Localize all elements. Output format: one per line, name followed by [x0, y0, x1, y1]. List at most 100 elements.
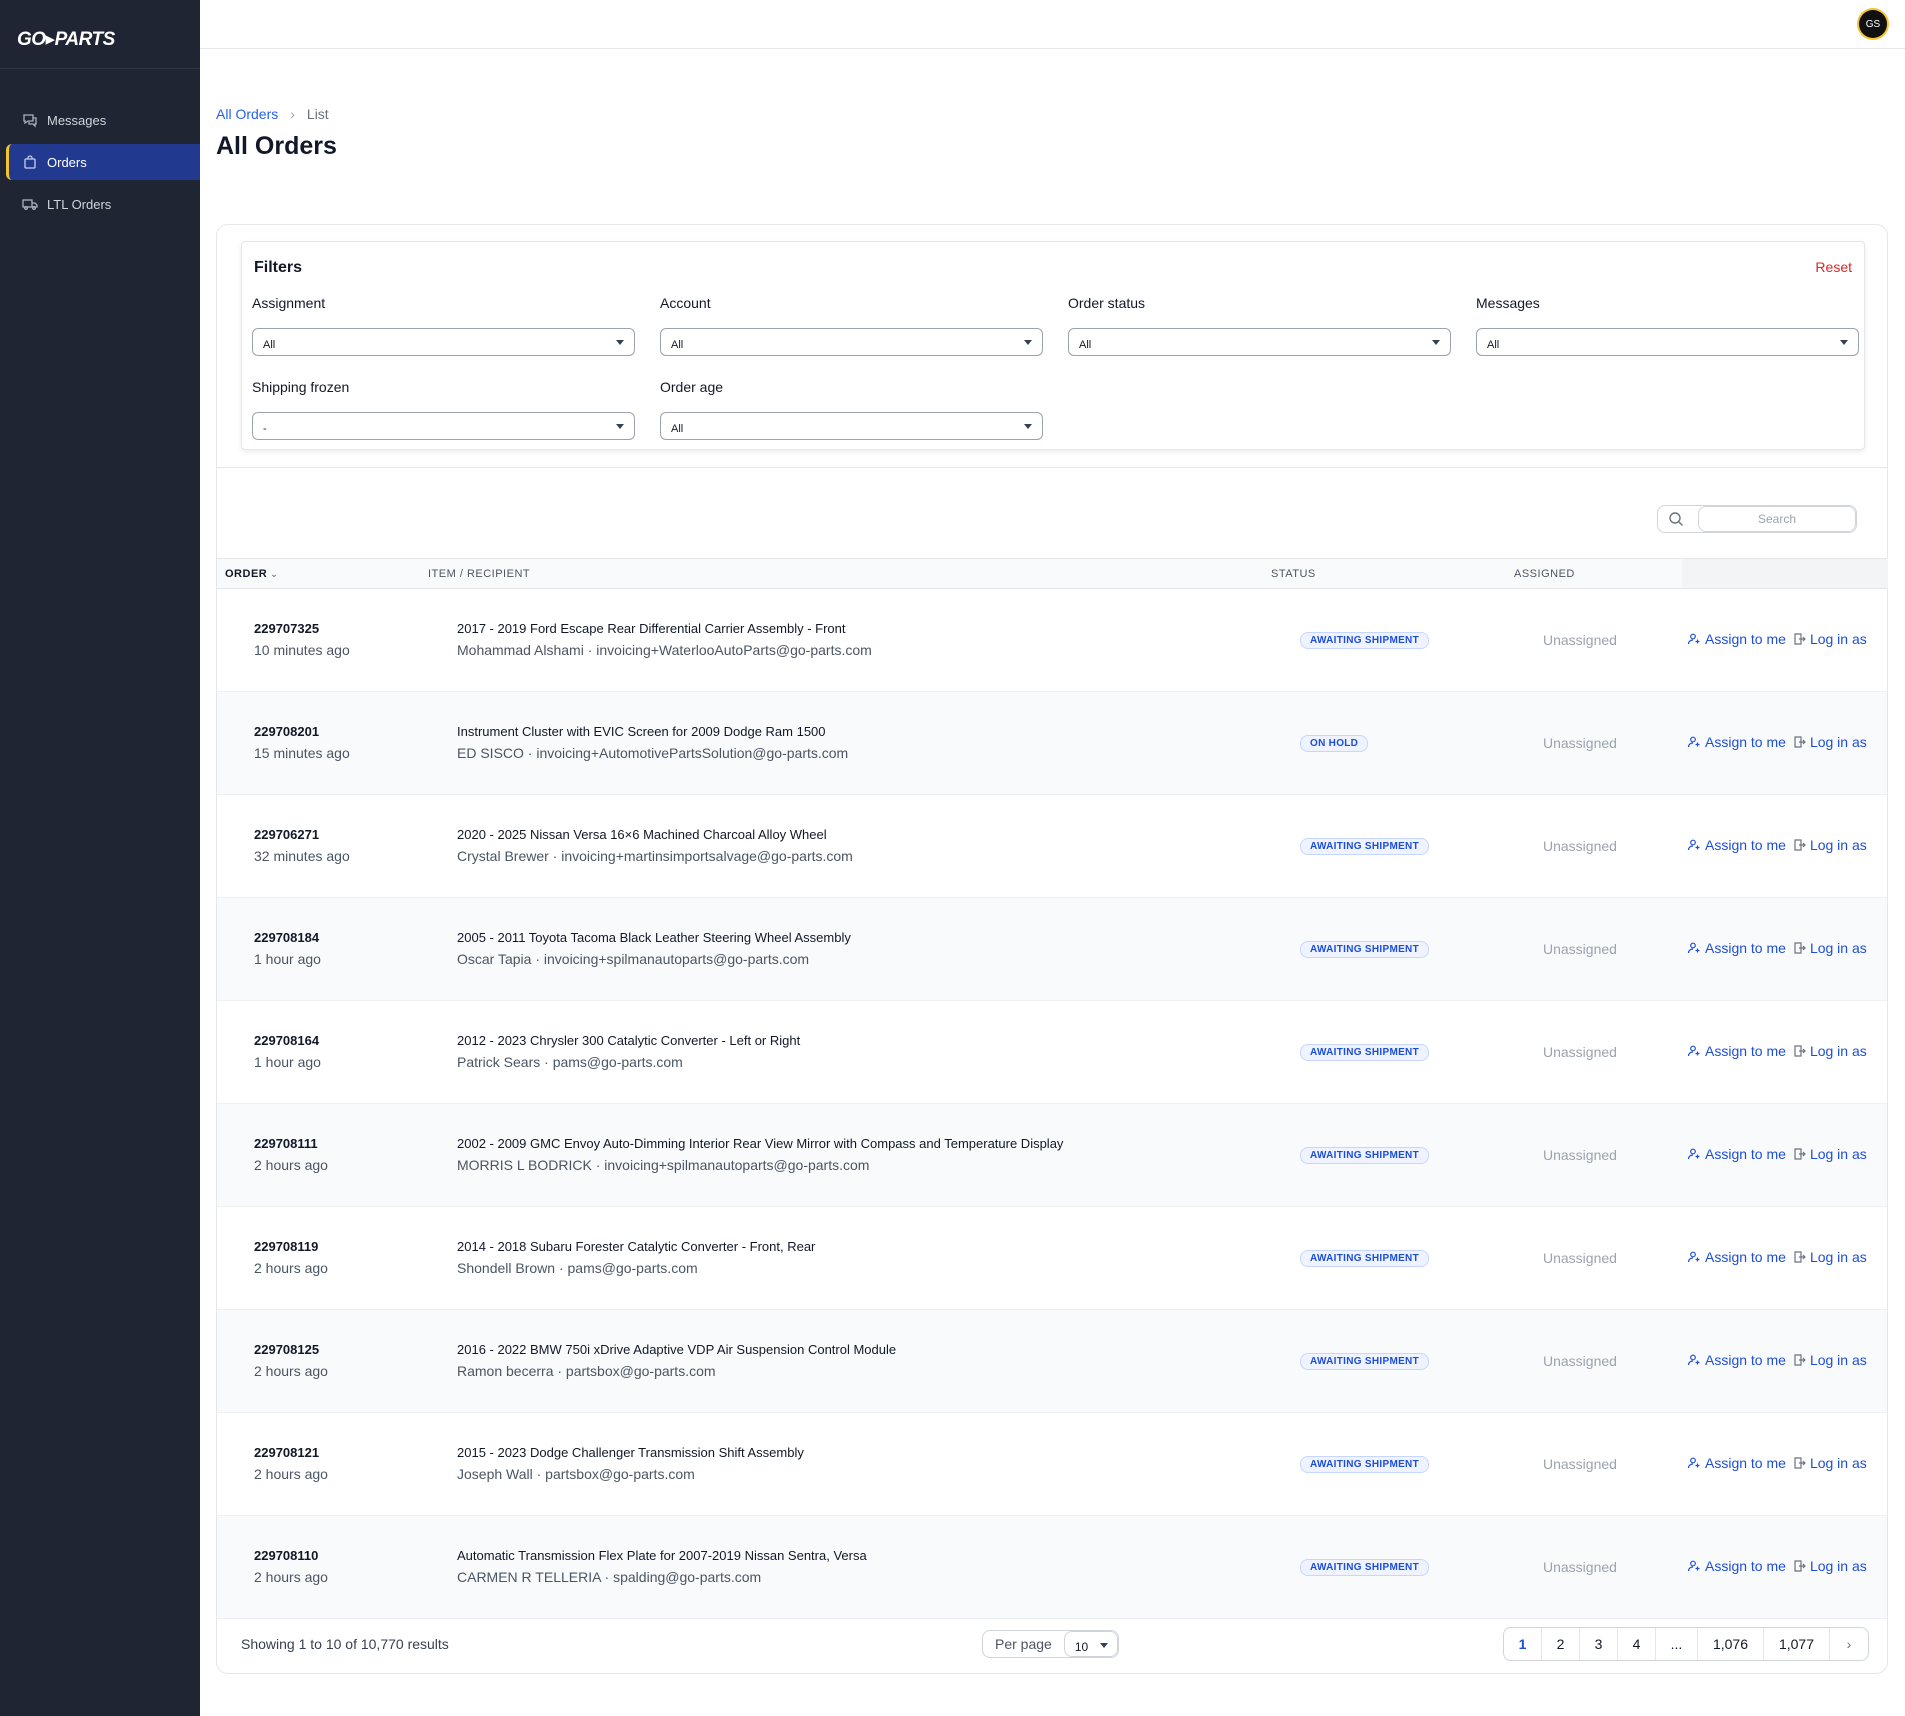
assigned-value: Unassigned	[1543, 941, 1617, 957]
goparts-logo[interactable]: GO▸PARTS	[17, 28, 115, 51]
table-row[interactable]: 229708111 2 hours ago 2002 - 2009 GMC En…	[217, 1104, 1887, 1207]
order-number[interactable]: 229708121	[254, 1445, 319, 1460]
sidebar-item-orders[interactable]: Orders	[6, 144, 200, 180]
table-row[interactable]: 229706271 32 minutes ago 2020 - 2025 Nis…	[217, 795, 1887, 898]
action-label: Assign to me	[1705, 1249, 1786, 1265]
messages-select[interactable]: All	[1476, 328, 1859, 356]
item-name: 2017 - 2019 Ford Escape Rear Differentia…	[457, 621, 846, 636]
order-time: 32 minutes ago	[254, 848, 350, 864]
caret-down-icon	[1840, 340, 1848, 345]
assign-to-me-button[interactable]: Assign to me	[1687, 1249, 1786, 1265]
breadcrumb-all-orders-link[interactable]: All Orders	[216, 106, 278, 122]
assign-to-me-button[interactable]: Assign to me	[1687, 631, 1786, 647]
log-in-as-button[interactable]: Log in as	[1792, 734, 1867, 750]
page-button-2[interactable]: 2	[1542, 1628, 1580, 1660]
log-in-as-button[interactable]: Log in as	[1792, 1043, 1867, 1059]
order-number[interactable]: 229706271	[254, 827, 319, 842]
user-avatar[interactable]: GS	[1859, 10, 1887, 38]
order-number[interactable]: 229708111	[254, 1136, 318, 1151]
recipient: CARMEN R TELLERIA · spalding@go-parts.co…	[457, 1569, 762, 1585]
status-badge: AWAITING SHIPMENT	[1300, 1044, 1429, 1061]
assigned-value: Unassigned	[1543, 1250, 1617, 1266]
row-actions: Assign to me Log in as	[1687, 1455, 1867, 1471]
action-label: Log in as	[1809, 734, 1867, 750]
action-label: Assign to me	[1705, 1558, 1786, 1574]
assign-to-me-button[interactable]: Assign to me	[1687, 1455, 1786, 1471]
order-number[interactable]: 229708119	[254, 1239, 318, 1254]
page-button-4[interactable]: 4	[1618, 1628, 1656, 1660]
assign-to-me-button[interactable]: Assign to me	[1687, 1043, 1786, 1059]
order-number[interactable]: 229708184	[254, 930, 319, 945]
page-title: All Orders	[216, 132, 337, 160]
reset-filters-button[interactable]: Reset	[1815, 259, 1852, 275]
log-in-as-button[interactable]: Log in as	[1792, 631, 1867, 647]
status-badge: AWAITING SHIPMENT	[1300, 1250, 1429, 1267]
assign-to-me-button[interactable]: Assign to me	[1687, 1146, 1786, 1162]
order-column-header[interactable]: Order ⌄	[225, 568, 278, 580]
table-row[interactable]: 229708125 2 hours ago 2016 - 2022 BMW 75…	[217, 1310, 1887, 1413]
log-in-as-button[interactable]: Log in as	[1792, 940, 1867, 956]
account-select[interactable]: All	[660, 328, 1043, 356]
table-row[interactable]: 229708201 15 minutes ago Instrument Clus…	[217, 692, 1887, 795]
item-column-header: Item / Recipient	[428, 568, 531, 580]
assignment-select[interactable]: All	[252, 328, 635, 356]
assign-to-me-button[interactable]: Assign to me	[1687, 734, 1786, 750]
row-actions: Assign to me Log in as	[1687, 1043, 1867, 1059]
action-label: Assign to me	[1705, 1455, 1786, 1471]
order-number[interactable]: 229708110	[254, 1548, 318, 1563]
table-row[interactable]: 229708110 2 hours ago Automatic Transmis…	[217, 1516, 1887, 1619]
breadcrumb-current: List	[306, 106, 329, 122]
page-button-1[interactable]: 1	[1504, 1628, 1542, 1660]
order-age-select[interactable]: All	[660, 412, 1043, 440]
order-number[interactable]: 229708125	[254, 1342, 319, 1357]
shipping-frozen-select[interactable]: -	[252, 412, 635, 440]
sidebar-item-messages[interactable]: Messages	[6, 102, 200, 138]
filter-label: Account	[660, 295, 711, 311]
log-in-as-button[interactable]: Log in as	[1792, 837, 1867, 853]
assign-to-me-button[interactable]: Assign to me	[1687, 1558, 1786, 1574]
per-page-select[interactable]: 10	[1063, 1631, 1118, 1657]
row-actions: Assign to me Log in as	[1687, 1558, 1867, 1574]
status-badge: ON HOLD	[1300, 735, 1369, 752]
select-value: All	[671, 339, 684, 351]
order-number[interactable]: 229708164	[254, 1033, 319, 1048]
table-row[interactable]: 229707325 10 minutes ago 2017 - 2019 For…	[217, 589, 1887, 692]
order-number[interactable]: 229707325	[254, 621, 319, 636]
row-actions: Assign to me Log in as	[1687, 1146, 1867, 1162]
table-row[interactable]: 229708121 2 hours ago 2015 - 2023 Dodge …	[217, 1413, 1887, 1516]
log-in-as-button[interactable]: Log in as	[1792, 1146, 1867, 1162]
assigned-column-header: Assigned	[1514, 568, 1575, 580]
page-button-3[interactable]: 3	[1580, 1628, 1618, 1660]
recipient: Joseph Wall · partsbox@go-parts.com	[457, 1466, 695, 1482]
table-row[interactable]: 229708184 1 hour ago 2005 - 2011 Toyota …	[217, 898, 1887, 1001]
log-in-as-button[interactable]: Log in as	[1792, 1558, 1867, 1574]
log-in-as-button[interactable]: Log in as	[1792, 1249, 1867, 1265]
filter-label: Assignment	[252, 295, 326, 311]
action-label: Log in as	[1809, 1558, 1867, 1574]
log-in-as-button[interactable]: Log in as	[1792, 1352, 1867, 1368]
table-row[interactable]: 229708164 1 hour ago 2012 - 2023 Chrysle…	[217, 1001, 1887, 1104]
table-row[interactable]: 229708119 2 hours ago 2014 - 2018 Subaru…	[217, 1207, 1887, 1310]
assigned-value: Unassigned	[1543, 838, 1617, 854]
assign-to-me-button[interactable]: Assign to me	[1687, 940, 1786, 956]
assign-to-me-button[interactable]: Assign to me	[1687, 837, 1786, 853]
order-time: 10 minutes ago	[254, 642, 350, 658]
sidebar-item-ltl-orders[interactable]: LTL Orders	[6, 186, 200, 222]
assigned-value: Unassigned	[1543, 735, 1617, 751]
page-button-1076[interactable]: 1,076	[1698, 1628, 1764, 1660]
assign-to-me-button[interactable]: Assign to me	[1687, 1352, 1786, 1368]
log-in-as-button[interactable]: Log in as	[1792, 1455, 1867, 1471]
action-label: Assign to me	[1705, 631, 1786, 647]
row-actions: Assign to me Log in as	[1687, 1249, 1867, 1265]
assigned-value: Unassigned	[1543, 1456, 1617, 1472]
search-input[interactable]	[1698, 506, 1856, 532]
action-label: Log in as	[1809, 631, 1867, 647]
order-time: 2 hours ago	[254, 1157, 328, 1173]
page-button-1077[interactable]: 1,077	[1764, 1628, 1830, 1660]
search-icon[interactable]	[1668, 511, 1684, 527]
next-page-button[interactable]: ›	[1830, 1628, 1868, 1660]
order-number[interactable]: 229708201	[254, 724, 319, 739]
recipient: Shondell Brown · pams@go-parts.com	[457, 1260, 698, 1276]
breadcrumb: All Orders › List	[216, 106, 329, 122]
order-status-select[interactable]: All	[1068, 328, 1451, 356]
